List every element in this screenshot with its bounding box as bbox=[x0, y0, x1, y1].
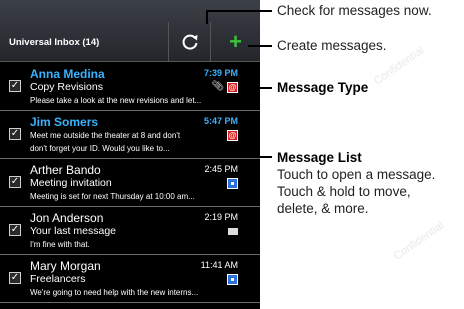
list-item[interactable]: ✓ Anna Medina 7:39 PM Copy Revisions 📎︎ … bbox=[0, 63, 260, 111]
inbox-screen: Universal Inbox (14) + ✓ Anna Medina 7:3… bbox=[0, 0, 260, 309]
message-time: 5:47 PM bbox=[203, 116, 238, 126]
callout-line bbox=[206, 10, 208, 24]
message-preview: I'm fine with that. bbox=[30, 240, 90, 249]
message-subject: Freelancers bbox=[30, 273, 86, 285]
message-sender: Mary Morgan bbox=[30, 259, 101, 273]
refresh-button[interactable] bbox=[170, 22, 210, 62]
checkbox[interactable]: ✓ bbox=[9, 224, 21, 236]
callout-list-line1: Touch to open a message. bbox=[277, 167, 436, 182]
checkbox[interactable]: ✓ bbox=[9, 272, 21, 284]
sms-icon bbox=[228, 228, 238, 235]
message-sender: Jon Anderson bbox=[30, 211, 104, 225]
message-preview: Meeting is set for next Thursday at 10:0… bbox=[30, 192, 195, 201]
header-divider bbox=[168, 22, 169, 62]
message-subject: Copy Revisions bbox=[30, 81, 103, 93]
callout-create-messages: Create messages. bbox=[277, 38, 387, 53]
message-time: 2:19 PM bbox=[204, 212, 238, 222]
checkbox[interactable]: ✓ bbox=[9, 128, 21, 140]
message-subject: Meet me outside the theater at 8 and don… bbox=[30, 131, 181, 140]
message-sender: Anna Medina bbox=[30, 67, 105, 81]
message-sender: Jim Somers bbox=[30, 115, 99, 129]
callout-line bbox=[258, 156, 272, 158]
message-time: 11:41 AM bbox=[200, 260, 238, 270]
message-list: ✓ Anna Medina 7:39 PM Copy Revisions 📎︎ … bbox=[0, 63, 260, 303]
message-time: 2:45 PM bbox=[204, 164, 238, 174]
message-sender: Arther Bando bbox=[30, 163, 101, 177]
callout-list-line3: delete, & more. bbox=[277, 201, 369, 216]
message-time: 7:39 PM bbox=[203, 68, 238, 78]
calendar-icon bbox=[227, 274, 238, 285]
checkbox[interactable]: ✓ bbox=[9, 80, 21, 92]
message-subject: Your last message bbox=[30, 225, 116, 237]
list-item[interactable]: ✓ Arther Bando 2:45 PM Meeting invitatio… bbox=[0, 159, 260, 207]
callout-message-type: Message Type bbox=[277, 80, 369, 95]
paperclip-icon: 📎︎ bbox=[211, 81, 224, 92]
refresh-icon bbox=[182, 34, 198, 50]
message-preview: Please take a look at the new revisions … bbox=[30, 96, 202, 105]
callout-line bbox=[248, 45, 272, 47]
calendar-icon bbox=[227, 178, 238, 189]
email-icon: @ bbox=[227, 82, 238, 93]
callout-list-line2: Touch & hold to move, bbox=[277, 184, 411, 199]
plus-icon: + bbox=[229, 29, 242, 54]
checkbox[interactable]: ✓ bbox=[9, 176, 21, 188]
callout-line bbox=[206, 10, 272, 12]
message-subject: Meeting invitation bbox=[30, 177, 112, 189]
list-item[interactable]: ✓ Mary Morgan 11:41 AM Freelancers We're… bbox=[0, 255, 260, 303]
watermark: Confidential bbox=[391, 219, 447, 263]
message-preview: don't forget your ID. Would you like to.… bbox=[30, 144, 170, 153]
message-preview: We're going to need help with the new in… bbox=[30, 288, 199, 297]
callout-line bbox=[242, 87, 272, 89]
email-icon: @ bbox=[227, 130, 238, 141]
callout-check-messages: Check for messages now. bbox=[277, 3, 432, 18]
inbox-title: Universal Inbox (14) bbox=[9, 37, 100, 48]
create-message-button[interactable]: + bbox=[211, 22, 260, 62]
list-item[interactable]: ✓ Jon Anderson 2:19 PM Your last message… bbox=[0, 207, 260, 255]
list-item[interactable]: ✓ Jim Somers 5:47 PM Meet me outside the… bbox=[0, 111, 260, 159]
callout-message-list: Message List bbox=[277, 150, 362, 165]
